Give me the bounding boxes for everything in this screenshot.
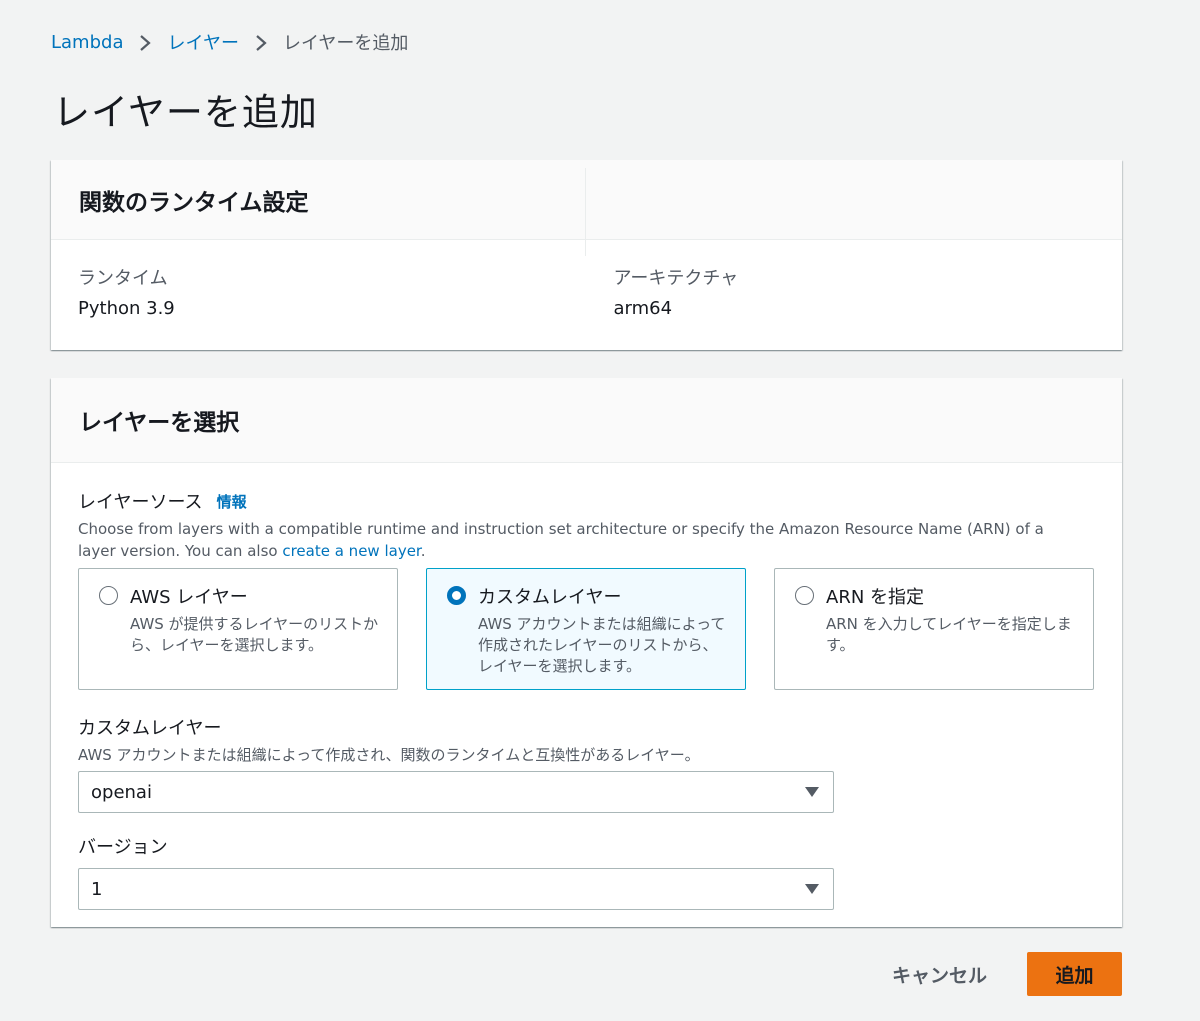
custom-layer-value: openai (91, 781, 152, 803)
runtime-field: ランタイム Python 3.9 (51, 240, 587, 350)
radio-specify-arn[interactable] (795, 586, 814, 605)
breadcrumb-layers[interactable]: レイヤー (167, 29, 238, 55)
page-title: レイヤーを追加 (53, 91, 318, 134)
runtime-panel-title: 関数のランタイム設定 (79, 189, 309, 216)
caret-down-icon (805, 787, 819, 797)
chevron-right-icon (123, 32, 167, 53)
layer-source-description: Choose from layers with a compatible run… (78, 520, 1044, 560)
info-link[interactable]: 情報 (217, 491, 247, 512)
add-button[interactable]: 追加 (1027, 952, 1122, 996)
version-label: バージョン (78, 837, 168, 858)
version-value: 1 (91, 878, 103, 900)
breadcrumb: Lambda レイヤー レイヤーを追加 (51, 29, 409, 55)
layer-source-label: レイヤーソース (78, 492, 203, 513)
tile-specify-arn[interactable]: ARN を指定 ARN を入力してレイヤーを指定します。 (774, 568, 1094, 690)
architecture-value: arm64 (613, 298, 673, 319)
choose-layer-panel: レイヤーを選択 レイヤーソース 情報 Choose from layers wi… (51, 378, 1122, 927)
radio-custom-layers[interactable] (447, 586, 466, 605)
architecture-field: アーキテクチャ arm64 (587, 240, 1123, 350)
runtime-value: Python 3.9 (78, 298, 175, 319)
tile-title: ARN を指定 (826, 587, 925, 608)
custom-layer-label: カスタムレイヤー (78, 718, 222, 739)
custom-layer-select[interactable]: openai (78, 771, 834, 813)
tile-title: AWS レイヤー (130, 587, 248, 608)
panel-header: 関数のランタイム設定 (51, 160, 1122, 240)
form-actions: キャンセル 追加 (892, 952, 1122, 996)
version-select[interactable]: 1 (78, 868, 834, 910)
runtime-label: ランタイム (78, 268, 168, 289)
chevron-right-icon (239, 32, 283, 53)
version-field: バージョン 1 (78, 833, 1095, 910)
layer-source-tiles: AWS レイヤー AWS が提供するレイヤーのリストから、レイヤーを選択します。… (78, 568, 1095, 690)
radio-aws-layers[interactable] (99, 586, 118, 605)
breadcrumb-lambda[interactable]: Lambda (51, 32, 123, 53)
create-layer-link[interactable]: create a new layer (282, 542, 420, 560)
tile-custom-layers[interactable]: カスタムレイヤー AWS アカウントまたは組織によって作成されたレイヤーのリスト… (426, 568, 746, 690)
custom-layer-hint: AWS アカウントまたは組織によって作成され、関数のランタイムと互換性があるレイ… (78, 746, 700, 764)
panel-header: レイヤーを選択 (51, 378, 1122, 463)
tile-description: AWS が提供するレイヤーのリストから、レイヤーを選択します。 (130, 615, 379, 654)
caret-down-icon (805, 884, 819, 894)
layer-panel-title: レイヤーを選択 (79, 410, 240, 436)
runtime-settings-panel: 関数のランタイム設定 ランタイム Python 3.9 アーキテクチャ arm6… (51, 160, 1122, 350)
tile-aws-layers[interactable]: AWS レイヤー AWS が提供するレイヤーのリストから、レイヤーを選択します。 (78, 568, 398, 690)
tile-description: AWS アカウントまたは組織によって作成されたレイヤーのリストから、レイヤーを選… (478, 615, 726, 675)
custom-layer-field: カスタムレイヤー AWS アカウントまたは組織によって作成され、関数のランタイム… (78, 714, 1095, 813)
tile-title: カスタムレイヤー (478, 587, 622, 608)
cancel-button[interactable]: キャンセル (892, 961, 987, 988)
architecture-label: アーキテクチャ (613, 268, 739, 289)
breadcrumb-current: レイヤーを追加 (282, 33, 409, 54)
tile-description: ARN を入力してレイヤーを指定します。 (826, 615, 1072, 654)
